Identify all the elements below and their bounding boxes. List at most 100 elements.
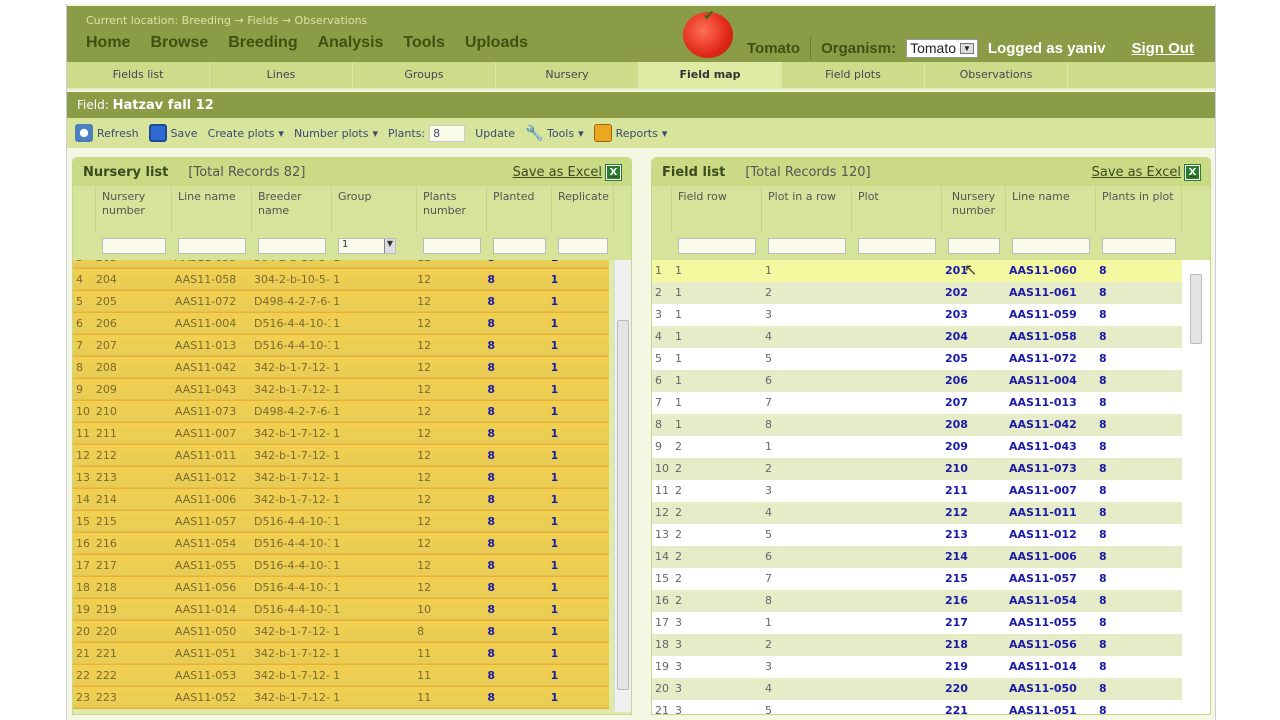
cell-nursery-number: 207 (95, 339, 117, 352)
col-nursery-number[interactable]: Nursery number (942, 186, 1006, 232)
sign-out-link[interactable]: Sign Out (1131, 40, 1194, 57)
table-row[interactable]: 9 209 AAS11-043 342-b-1-7-12- 1 12 8 1 (73, 379, 609, 401)
table-row[interactable]: 15 2 7 215 AAS11-057 8 (652, 568, 1182, 590)
filter-breeder-name[interactable] (258, 238, 326, 254)
filter-nursery-number[interactable] (948, 238, 1000, 254)
filter-line-name[interactable] (178, 238, 246, 254)
table-row[interactable]: 13 213 AAS11-012 342-b-1-7-12- 1 12 8 1 (73, 467, 609, 489)
table-row[interactable]: 21 221 AAS11-051 342-b-1-7-12- 1 11 8 1 (73, 643, 609, 665)
scroll-thumb[interactable] (1190, 274, 1202, 344)
table-row[interactable]: 8 208 AAS11-042 342-b-1-7-12- 1 12 8 1 (73, 357, 609, 379)
tab-field-map[interactable]: Field map (639, 62, 782, 88)
save-excel-link[interactable]: Save as Excel X (513, 163, 622, 181)
table-row[interactable]: 19 219 AAS11-014 D516-4-4-10-1 1 10 8 1 (73, 599, 609, 621)
table-row[interactable]: 3 1 3 203 AAS11-059 8 (652, 304, 1182, 326)
table-row[interactable]: 1 1 1 201 AAS11-060 8 (652, 260, 1182, 282)
number-plots-menu[interactable]: Number plots ▾ (294, 127, 378, 140)
table-row[interactable]: 12 212 AAS11-011 342-b-1-7-12- 1 12 8 1 (73, 445, 609, 467)
table-row[interactable]: 6 1 6 206 AAS11-004 8 (652, 370, 1182, 392)
col-nursery-number[interactable]: Nursery number (96, 186, 172, 232)
table-row[interactable]: 7 207 AAS11-013 D516-4-4-10-1 1 12 8 1 (73, 335, 609, 357)
filter-line-name[interactable] (1012, 238, 1090, 254)
table-row[interactable]: 5 1 5 205 AAS11-072 8 (652, 348, 1182, 370)
table-row[interactable]: 5 205 AAS11-072 D498-4-2-7-6- 1 12 8 1 (73, 291, 609, 313)
table-row[interactable]: 6 206 AAS11-004 D516-4-4-10-1 1 12 8 1 (73, 313, 609, 335)
table-row[interactable]: 14 2 6 214 AAS11-006 8 (652, 546, 1182, 568)
table-row[interactable]: 16 216 AAS11-054 D516-4-4-10-1 1 12 8 1 (73, 533, 609, 555)
nav-tools[interactable]: Tools (403, 34, 444, 52)
tab-fields-list[interactable]: Fields list (67, 62, 210, 88)
nav-browse[interactable]: Browse (150, 34, 208, 52)
filter-field-row[interactable] (678, 238, 756, 254)
col-plants-in-plot[interactable]: Plants in plot (1096, 186, 1182, 232)
nav-analysis[interactable]: Analysis (318, 34, 384, 52)
field-scrollbar[interactable] (1182, 260, 1210, 714)
table-row[interactable]: 13 2 5 213 AAS11-012 8 (652, 524, 1182, 546)
tools-menu[interactable]: 🔧 Tools ▾ (525, 124, 584, 142)
filter-planted[interactable] (493, 238, 546, 254)
table-row[interactable]: 14 214 AAS11-006 342-b-1-7-12- 1 12 8 1 (73, 489, 609, 511)
table-row[interactable]: 17 217 AAS11-055 D516-4-4-10-1 1 12 8 1 (73, 555, 609, 577)
tab-observations[interactable]: Observations (925, 62, 1068, 88)
table-row[interactable]: 16 2 8 216 AAS11-054 8 (652, 590, 1182, 612)
col-plot[interactable]: Plot (852, 186, 942, 232)
table-row[interactable]: 4 204 AAS11-058 304-2-b-10-5- 1 12 8 1 (73, 269, 609, 291)
plants-input[interactable]: 8 (429, 124, 466, 142)
col-line-name[interactable]: Line name (172, 186, 252, 232)
table-row[interactable]: 19 3 3 219 AAS11-014 8 (652, 656, 1182, 678)
table-row[interactable]: 20 3 4 220 AAS11-050 8 (652, 678, 1182, 700)
create-plots-menu[interactable]: Create plots ▾ (208, 127, 284, 140)
save-button[interactable]: Save (148, 124, 198, 142)
cell-breeder-name: 342-b-1-7-12- (254, 361, 330, 374)
organism-select[interactable]: Tomato ▼ (906, 38, 978, 58)
table-row[interactable]: 10 210 AAS11-073 D498-4-2-7-6- 1 12 8 1 (73, 401, 609, 423)
table-row[interactable]: 12 2 4 212 AAS11-011 8 (652, 502, 1182, 524)
table-row[interactable]: 20 220 AAS11-050 342-b-1-7-12- 1 8 8 1 (73, 621, 609, 643)
table-row[interactable]: 4 1 4 204 AAS11-058 8 (652, 326, 1182, 348)
table-row[interactable]: 17 3 1 217 AAS11-055 8 (652, 612, 1182, 634)
table-row[interactable]: 10 2 2 210 AAS11-073 8 (652, 458, 1182, 480)
table-row[interactable]: 23 223 AAS11-052 342-b-1-7-12- 1 11 8 1 (73, 687, 609, 709)
table-row[interactable]: 9 2 1 209 AAS11-043 8 (652, 436, 1182, 458)
table-row[interactable]: 11 211 AAS11-007 342-b-1-7-12- 1 12 8 1 (73, 423, 609, 445)
filter-nursery-number[interactable] (102, 238, 166, 254)
table-row[interactable]: 8 1 8 208 AAS11-042 8 (652, 414, 1182, 436)
col-planted[interactable]: Planted (487, 186, 552, 232)
table-row[interactable]: 15 215 AAS11-057 D516-4-4-10-1 1 12 8 1 (73, 511, 609, 533)
tab-field-plots[interactable]: Field plots (782, 62, 925, 88)
cell-group: 1 (333, 471, 341, 484)
table-row[interactable]: 11 2 3 211 AAS11-007 8 (652, 480, 1182, 502)
refresh-button[interactable]: Refresh (75, 124, 139, 142)
table-row[interactable]: 7 1 7 207 AAS11-013 8 (652, 392, 1182, 414)
tab-lines[interactable]: Lines (210, 62, 353, 88)
table-row[interactable]: 22 222 AAS11-053 342-b-1-7-12- 1 11 8 1 (73, 665, 609, 687)
filter-replicate[interactable] (558, 238, 608, 254)
filter-plot-in-row[interactable] (768, 238, 846, 254)
col-field-row[interactable]: Field row (672, 186, 762, 232)
save-excel-link[interactable]: Save as Excel X (1092, 163, 1201, 181)
filter-plants-number[interactable] (423, 238, 481, 254)
col-plants-number[interactable]: Plants number (417, 186, 487, 232)
filter-plants-in-plot[interactable] (1102, 238, 1176, 254)
nursery-scrollbar[interactable] (614, 260, 631, 712)
scroll-thumb[interactable] (617, 320, 629, 690)
table-row[interactable]: 3203AAS11-059304-2-b-10-5-11281 (73, 260, 609, 269)
col-line-name[interactable]: Line name (1006, 186, 1096, 232)
col-plot-in-row[interactable]: Plot in a row (762, 186, 852, 232)
table-row[interactable]: 21 3 5 221 AAS11-051 8 (652, 700, 1182, 714)
table-row[interactable]: 18 3 2 218 AAS11-056 8 (652, 634, 1182, 656)
table-row[interactable]: 2 1 2 202 AAS11-061 8 (652, 282, 1182, 304)
filter-plot[interactable] (858, 238, 936, 254)
filter-group-select[interactable]: 1 ▼ (338, 238, 396, 254)
update-button[interactable]: Update (475, 127, 515, 140)
nav-uploads[interactable]: Uploads (465, 34, 528, 52)
tab-groups[interactable]: Groups (353, 62, 496, 88)
nav-breeding[interactable]: Breeding (228, 34, 297, 52)
tab-nursery[interactable]: Nursery (496, 62, 639, 88)
reports-menu[interactable]: Reports ▾ (593, 124, 667, 142)
col-group[interactable]: Group (332, 186, 417, 232)
table-row[interactable]: 18 218 AAS11-056 D516-4-4-10-1 1 12 8 1 (73, 577, 609, 599)
col-breeder-name[interactable]: Breeder name (252, 186, 332, 232)
col-replicate[interactable]: Replicate (552, 186, 614, 232)
nav-home[interactable]: Home (86, 34, 130, 52)
